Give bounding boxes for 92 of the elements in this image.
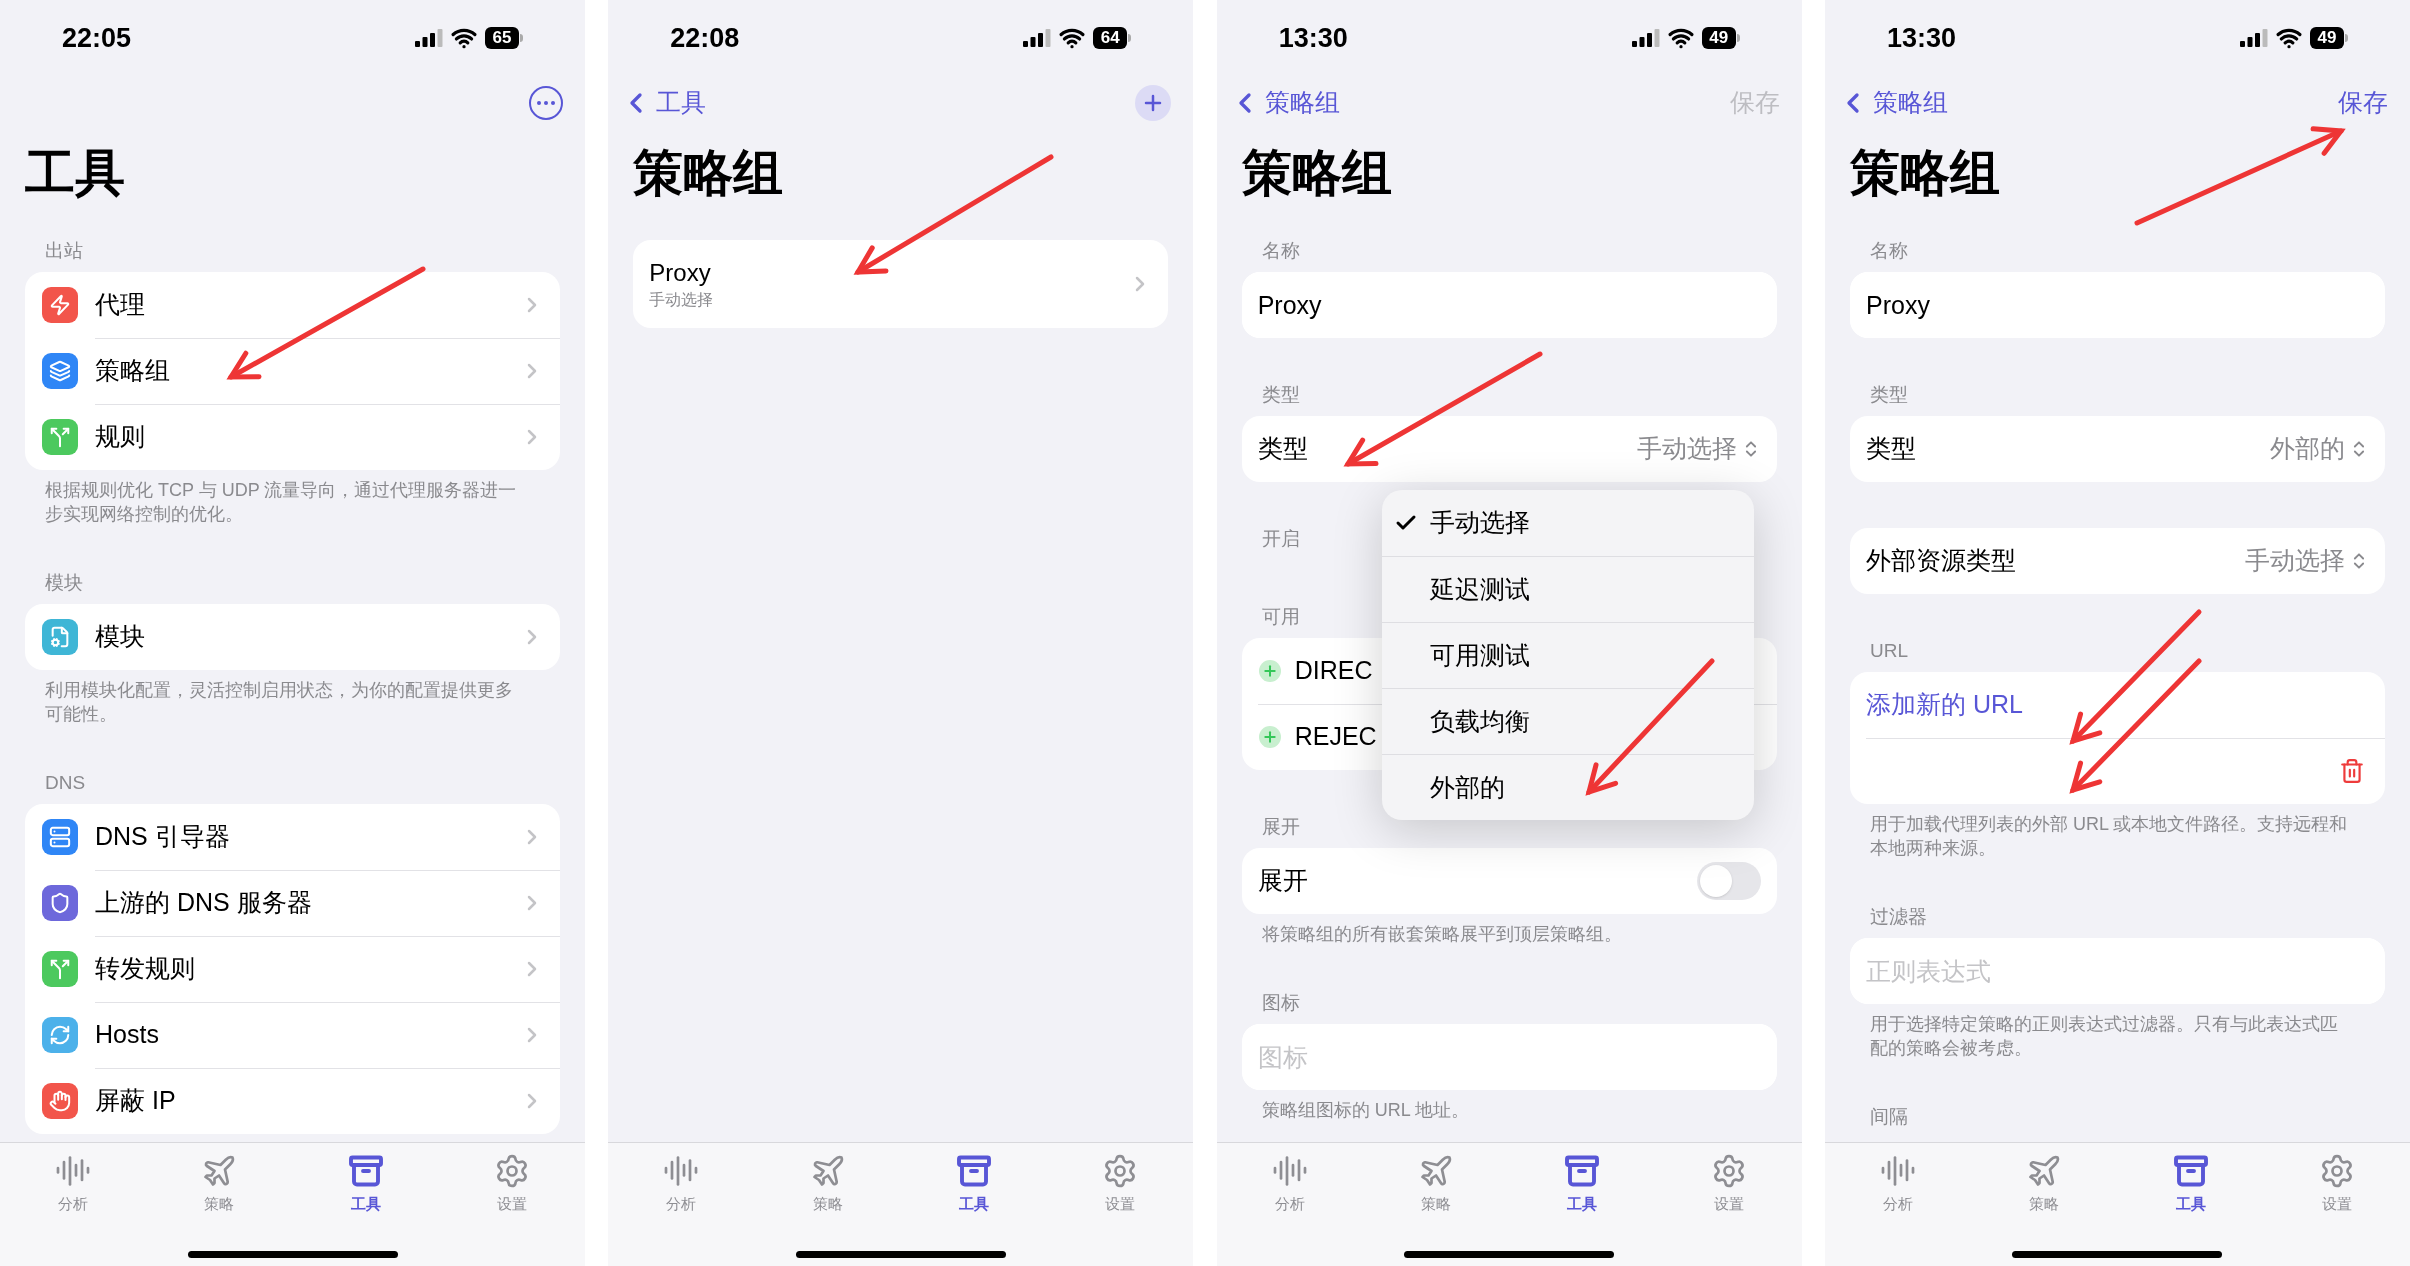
page-title: 工具	[25, 144, 125, 203]
add-icon[interactable]	[1258, 660, 1281, 682]
toggle-switch[interactable]	[1696, 862, 1761, 900]
section-header: 类型	[1869, 384, 1909, 407]
tab-bar-item[interactable]: 分析	[18, 1153, 129, 1216]
menu-item[interactable]: 延迟测试	[1381, 556, 1754, 622]
menu-item[interactable]: 负载均衡	[1381, 688, 1754, 754]
section-header: 名称	[1260, 240, 1301, 263]
add-button[interactable]	[1135, 85, 1172, 121]
back-button[interactable]: 策略组	[1228, 84, 1340, 122]
page-title: 策略组	[633, 144, 784, 203]
add-icon[interactable]	[1258, 726, 1281, 748]
settings-row[interactable]: 代理	[25, 272, 560, 338]
save-button[interactable]: 保存	[2338, 84, 2388, 122]
signal-icon	[2240, 29, 2268, 47]
tab-bar-item[interactable]: 策略	[164, 1153, 275, 1216]
toolbox-icon	[347, 1153, 384, 1189]
picker-row[interactable]: 类型 外部的	[1850, 416, 2385, 482]
battery-indicator: 64	[1093, 27, 1132, 49]
battery-indicator: 49	[2310, 27, 2348, 49]
waveform-icon	[1271, 1153, 1308, 1189]
section-footer: 将策略组的所有嵌套策略展平到顶层策略组。	[1216, 914, 1802, 946]
battery-indicator: 65	[485, 27, 523, 49]
more-button[interactable]	[529, 86, 563, 120]
section-header: 出站	[44, 240, 84, 263]
settings-row[interactable]: 转发规则	[25, 936, 560, 1002]
status-time: 13:30	[1278, 21, 1348, 55]
section-footer: 利用模块化配置，灵活控制启用状态，为你的配置提供更多可能性。	[0, 670, 585, 726]
settings-row[interactable]: Hosts	[25, 1002, 560, 1068]
tab-bar-item[interactable]: 分析	[1234, 1153, 1345, 1216]
tab-bar-item[interactable]: 设置	[1065, 1153, 1176, 1216]
settings-row[interactable]: 屏蔽 IP	[25, 1068, 560, 1134]
section-header: 过滤器	[1869, 906, 1928, 929]
tab-bar-item[interactable]: 设置	[1673, 1153, 1784, 1216]
toolbox-icon	[1564, 1153, 1601, 1189]
section-header: 类型	[1260, 384, 1301, 407]
waveform-icon	[663, 1153, 700, 1189]
picker-row[interactable]: 类型 手动选择	[1241, 416, 1777, 482]
status-time: 13:30	[1887, 21, 1957, 55]
waveform-icon	[55, 1153, 92, 1189]
picker-row[interactable]: 外部资源类型 手动选择	[1850, 528, 2385, 594]
tab-bar-item[interactable]: 策略	[1381, 1153, 1492, 1216]
section-footer: 用于加载代理列表的外部 URL 或本地文件路径。支持远程和本地两种来源。	[1825, 804, 2410, 860]
add-url-link[interactable]: 添加新的 URL	[1850, 672, 2385, 738]
section-header: 展开	[1260, 816, 1301, 839]
list-row[interactable]: Proxy 手动选择	[633, 240, 1169, 328]
tab-bar-item[interactable]: 分析	[626, 1153, 737, 1216]
section-header: 可用	[1260, 606, 1301, 629]
tab-bar-item[interactable]: 工具	[310, 1153, 421, 1216]
back-button[interactable]: 工具	[620, 84, 707, 122]
menu-item[interactable]: 外部的	[1381, 754, 1754, 820]
settings-row[interactable]: DNS 引导器	[25, 804, 560, 870]
section-header: 模块	[44, 572, 84, 595]
tab-bar-item[interactable]: 策略	[772, 1153, 883, 1216]
section-header: 间隔	[1869, 1106, 1909, 1129]
page-title: 策略组	[1241, 144, 1392, 203]
status-time: 22:08	[670, 21, 740, 55]
toolbox-icon	[955, 1153, 992, 1189]
tab-bar-item[interactable]: 策略	[1989, 1153, 2100, 1216]
back-button[interactable]: 策略组	[1837, 84, 1948, 122]
section-footer: 策略组图标的 URL 地址。	[1216, 1090, 1802, 1122]
menu-item[interactable]: 手动选择	[1381, 490, 1754, 556]
settings-row[interactable]: 模块	[25, 604, 560, 670]
waveform-icon	[1880, 1153, 1917, 1189]
tab-bar-item[interactable]: 工具	[1527, 1153, 1638, 1216]
page-title: 策略组	[1850, 144, 2000, 203]
settings-row[interactable]: 策略组	[25, 338, 560, 404]
battery-indicator: 49	[1701, 27, 1740, 49]
toolbox-icon	[2172, 1153, 2209, 1189]
tab-bar-item[interactable]: 设置	[456, 1153, 567, 1216]
section-header: 名称	[1869, 240, 1909, 263]
section-header: 图标	[1260, 992, 1301, 1015]
delete-icon[interactable]	[2339, 758, 2365, 784]
section-header: URL	[1869, 640, 1909, 663]
settings-row[interactable]: 规则	[25, 404, 560, 470]
signal-icon	[415, 29, 443, 47]
section-header: DNS	[44, 772, 87, 795]
policy-name: REJEC	[1294, 721, 1377, 753]
section-header: 开启	[1260, 528, 1301, 551]
menu-item[interactable]: 可用测试	[1381, 622, 1754, 688]
tab-bar-item[interactable]: 设置	[2281, 1153, 2392, 1216]
section-footer: 用于选择特定策略的正则表达式过滤器。只有与此表达式匹配的策略会被考虑。	[1825, 1004, 2410, 1060]
signal-icon	[1023, 29, 1052, 47]
settings-row[interactable]: 上游的 DNS 服务器	[25, 870, 560, 936]
signal-icon	[1631, 29, 1660, 47]
toggle-label: 展开	[1257, 865, 1308, 897]
policy-name: DIREC	[1294, 655, 1373, 687]
section-footer: 根据规则优化 TCP 与 UDP 流量导向，通过代理服务器进一步实现网络控制的优化。	[0, 470, 585, 526]
tab-bar-item[interactable]: 工具	[918, 1153, 1029, 1216]
status-time: 22:05	[62, 21, 132, 55]
tab-bar-item[interactable]: 分析	[1843, 1153, 1954, 1216]
tab-bar-item[interactable]: 工具	[2135, 1153, 2246, 1216]
